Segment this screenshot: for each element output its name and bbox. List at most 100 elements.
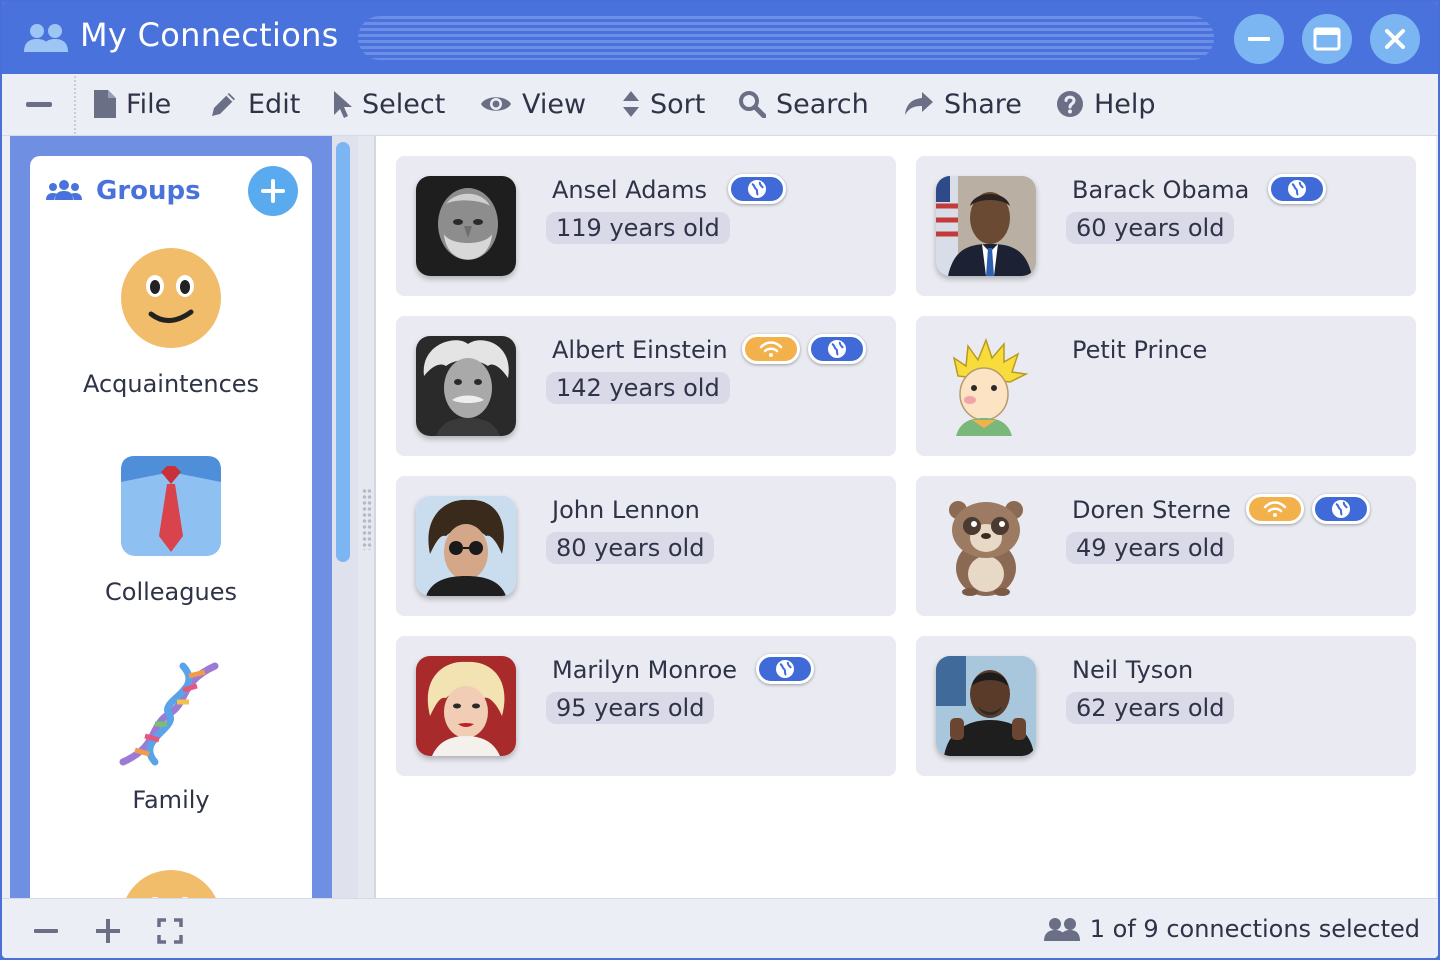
connection-card-neil-tyson[interactable]: Neil Tyson 62 years old <box>916 636 1416 776</box>
close-icon <box>1385 29 1405 49</box>
sidebar: Groups Acquaintences Colleagues Family <box>10 136 332 916</box>
connection-card-albert-einstein[interactable]: Albert Einstein 142 years old <box>396 316 896 456</box>
help-icon <box>1057 91 1083 117</box>
globe-icon <box>1288 180 1306 198</box>
group-label: Acquaintences <box>82 370 260 398</box>
selection-status-text: 1 of 9 connections selected <box>1089 915 1420 943</box>
plus-icon <box>261 179 285 203</box>
menu-search[interactable]: Search <box>738 86 869 122</box>
menu-share[interactable]: Share <box>904 86 1022 122</box>
connection-card-doren-sterne[interactable]: Doren Sterne 49 years old <box>916 476 1416 616</box>
connection-name: John Lennon <box>552 496 700 524</box>
menu-view[interactable]: View <box>480 86 586 122</box>
people-icon <box>1043 918 1080 941</box>
cursor-icon <box>334 91 352 118</box>
zoom-out-icon <box>34 929 58 933</box>
connection-age: 62 years old <box>1066 692 1235 724</box>
connection-age: 80 years old <box>546 532 715 564</box>
groups-title: Groups <box>96 176 201 206</box>
menu-sort[interactable]: Sort <box>622 86 705 122</box>
toolbar: File Edit Select View Sort Search Share <box>2 74 1438 136</box>
zoom-in-button[interactable] <box>94 917 122 945</box>
menu-select[interactable]: Select <box>332 86 445 122</box>
group-colleagues[interactable]: Colleagues <box>30 454 312 606</box>
minimize-button[interactable] <box>1234 14 1284 64</box>
web-badge[interactable] <box>808 334 866 364</box>
connection-age: 119 years old <box>546 212 730 244</box>
menu-help[interactable]: Help <box>1056 86 1156 122</box>
connection-age: 60 years old <box>1066 212 1235 244</box>
menu-file-label: File <box>126 88 172 120</box>
add-group-button[interactable] <box>248 166 298 216</box>
web-badge[interactable] <box>728 174 786 204</box>
connection-card-john-lennon[interactable]: John Lennon 80 years old <box>396 476 896 616</box>
splitter-grip-icon <box>362 488 372 550</box>
toolbar-separator <box>74 76 76 134</box>
globe-icon <box>748 180 766 198</box>
sort-icon <box>623 91 639 117</box>
connection-badges <box>1246 494 1370 524</box>
connection-age: 49 years old <box>1066 532 1235 564</box>
maximize-button[interactable] <box>1302 14 1352 64</box>
groups-header: Groups <box>46 166 298 216</box>
connections-grid: Ansel Adams 119 years old Barack Obama 6… <box>376 136 1436 898</box>
menu-view-label: View <box>522 88 587 120</box>
menu-edit[interactable]: Edit <box>210 86 300 122</box>
smiley-face-icon <box>121 248 221 348</box>
wifi-badge[interactable] <box>1246 494 1304 524</box>
menu-select-label: Select <box>362 88 446 120</box>
window-title: My Connections <box>80 16 339 54</box>
groups-panel: Groups Acquaintences Colleagues Family <box>30 156 312 916</box>
avatar <box>416 656 516 756</box>
connection-badges <box>756 654 814 684</box>
zoom-out-button[interactable] <box>32 917 60 945</box>
connection-badges <box>1268 174 1326 204</box>
connection-name: Albert Einstein <box>552 336 728 364</box>
avatar <box>936 496 1036 596</box>
panel-splitter[interactable] <box>358 136 376 898</box>
collapse-toolbar-button[interactable] <box>26 102 52 107</box>
web-badge[interactable] <box>1268 174 1326 204</box>
avatar <box>936 176 1036 276</box>
avatar <box>936 656 1036 756</box>
share-icon <box>905 92 933 115</box>
tie-shirt-icon <box>121 456 221 556</box>
group-acquaintences[interactable]: Acquaintences <box>30 246 312 398</box>
group-label: Colleagues <box>105 578 237 606</box>
connection-age: 95 years old <box>546 692 715 724</box>
wifi-badge[interactable] <box>742 334 800 364</box>
web-badge[interactable] <box>1312 494 1370 524</box>
app-window: My Connections File Edit Select View Sor… <box>0 0 1440 960</box>
file-icon <box>94 90 116 118</box>
connection-age: 142 years old <box>546 372 730 404</box>
sidebar-scrollbar-thumb[interactable] <box>336 142 350 562</box>
connection-badges <box>742 334 866 364</box>
menu-help-label: Help <box>1094 88 1156 120</box>
connection-name: Doren Sterne <box>1072 496 1231 524</box>
avatar <box>936 336 1036 436</box>
close-button[interactable] <box>1370 14 1420 64</box>
sidebar-scrollbar[interactable] <box>332 136 358 898</box>
connection-card-marilyn-monroe[interactable]: Marilyn Monroe 95 years old <box>396 636 896 776</box>
fullscreen-button[interactable] <box>156 917 184 945</box>
web-badge[interactable] <box>756 654 814 684</box>
connection-name: Neil Tyson <box>1072 656 1194 684</box>
wifi-icon <box>759 341 783 357</box>
connection-card-petit-prince[interactable]: Petit Prince <box>916 316 1416 456</box>
connection-card-barack-obama[interactable]: Barack Obama 60 years old <box>916 156 1416 296</box>
connection-name: Ansel Adams <box>552 176 708 204</box>
status-bar: 1 of 9 connections selected <box>2 898 1438 958</box>
title-drag-area[interactable] <box>358 16 1214 60</box>
selection-status: 1 of 9 connections selected <box>1043 915 1420 943</box>
avatar <box>416 176 516 276</box>
group-family[interactable]: Family <box>30 662 312 814</box>
people-icon <box>24 24 68 52</box>
menu-file[interactable]: File <box>94 86 171 122</box>
globe-icon <box>1332 500 1350 518</box>
menu-share-label: Share <box>944 88 1022 120</box>
eye-icon <box>481 97 511 111</box>
menu-sort-label: Sort <box>650 88 706 120</box>
title-bar[interactable]: My Connections <box>2 2 1438 74</box>
maximize-icon <box>1313 27 1341 51</box>
connection-card-ansel-adams[interactable]: Ansel Adams 119 years old <box>396 156 896 296</box>
